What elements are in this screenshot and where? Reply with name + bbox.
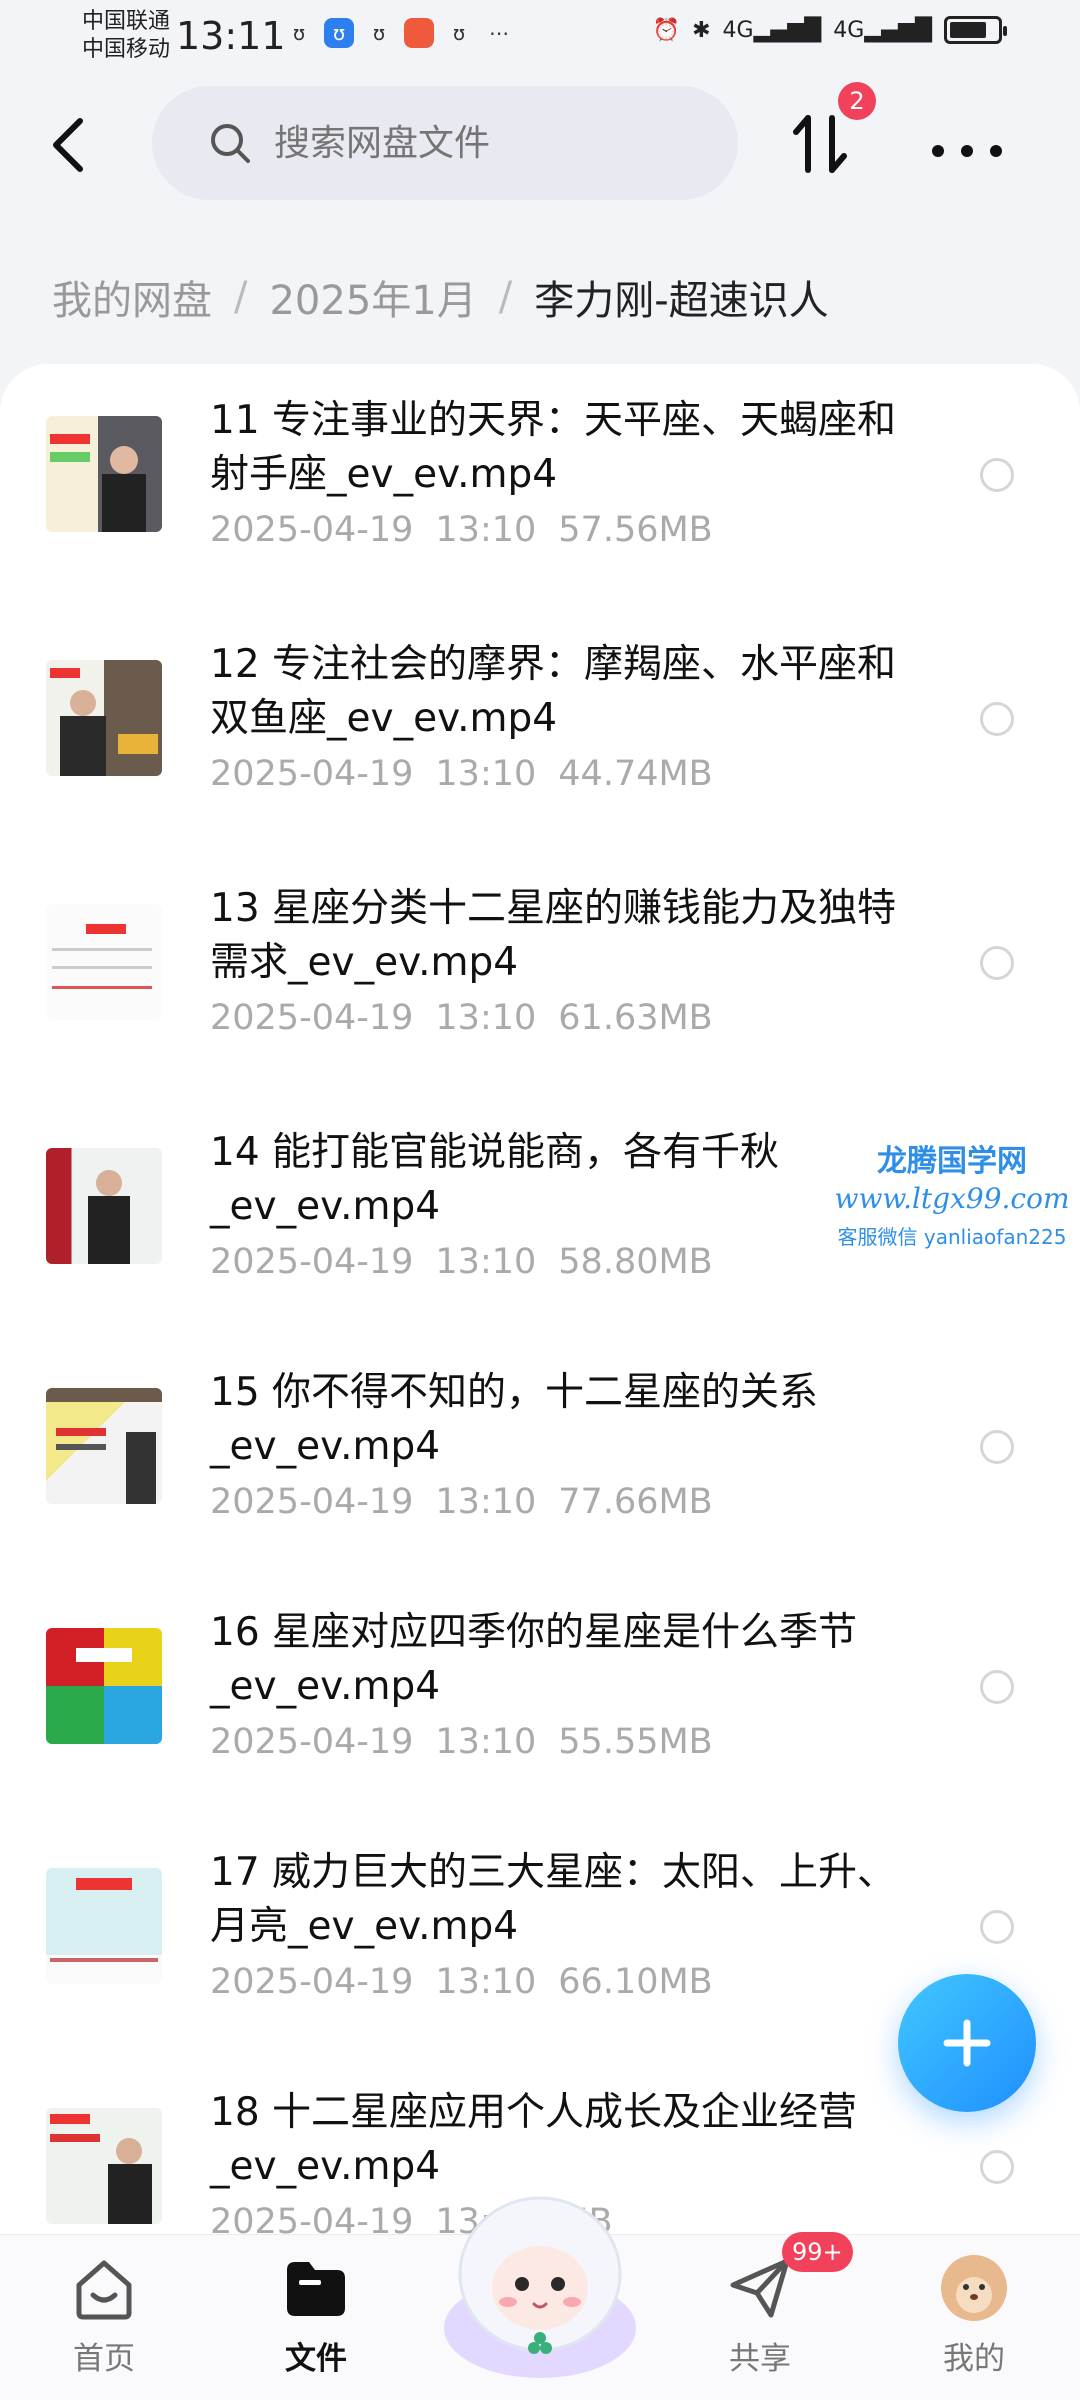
nav-mine-label: 我的 <box>943 2341 1005 2377</box>
carrier-info: 中国联通 中国移动 <box>82 8 170 64</box>
file-meta: 2025-04-19 13:10 61.63MB <box>210 998 713 1038</box>
avatar <box>939 2253 1009 2323</box>
nav-files[interactable]: 文件 <box>246 2253 386 2393</box>
watermark-contact: 客服微信 yanliaofan225 <box>837 1225 1067 1249</box>
video-thumbnail <box>46 1868 162 1984</box>
send-icon <box>725 2253 795 2323</box>
breadcrumb-separator: / <box>234 274 248 320</box>
alarm-icon: ⏰ <box>652 17 681 43</box>
file-name: 17 威力巨大的三大星座：太阳、上升、月亮_ev_ev.mp4 <box>210 1850 897 1949</box>
nav-share-label: 共享 <box>729 2341 791 2377</box>
carrier-2: 中国移动 <box>82 37 171 62</box>
status-clock: 13:11 <box>176 14 286 58</box>
video-thumbnail <box>46 1148 162 1264</box>
battery-icon <box>944 16 1007 44</box>
select-radio[interactable] <box>980 1430 1014 1464</box>
carrier-1: 中国联通 <box>82 9 171 34</box>
plus-icon <box>943 2019 991 2067</box>
top-bar <box>0 80 1080 210</box>
notification-icons: ʊ ʊ ʊ ʊ ⋯ <box>284 18 514 48</box>
list-item[interactable]: 11 专注事业的天界：天平座、天蝎座和射手座_ev_ev.mp4 2025-04… <box>0 364 1080 604</box>
system-status: ⏰ ✱ 4G▂▄▆█ 4G▂▄▆█ <box>652 16 1007 44</box>
list-item[interactable]: 12 专注社会的摩界：摩羯座、水平座和双鱼座_ev_ev.mp4 2025-04… <box>0 608 1080 848</box>
notification-app-icon: ʊ <box>372 21 386 45</box>
bluetooth-icon: ✱ <box>692 17 711 43</box>
watermark-title: 龙腾国学网 <box>877 1144 1027 1179</box>
file-list: 11 专注事业的天界：天平座、天蝎座和射手座_ev_ev.mp4 2025-04… <box>0 364 1080 2234</box>
back-button[interactable] <box>38 110 98 180</box>
breadcrumb: 我的网盘 / 2025年1月 / 李力刚-超速识人 <box>52 268 829 326</box>
more-options-button[interactable] <box>932 136 1002 166</box>
home-icon <box>69 2253 139 2323</box>
watermark-url: www.ltgx99.com <box>834 1182 1070 1215</box>
select-radio[interactable] <box>980 458 1014 492</box>
video-thumbnail <box>46 416 162 532</box>
file-name: 11 专注事业的天界：天平座、天蝎座和射手座_ev_ev.mp4 <box>210 398 897 497</box>
select-radio[interactable] <box>980 2150 1014 2184</box>
folder-icon <box>281 2253 351 2323</box>
notification-app-icon: ʊ <box>452 21 466 45</box>
more-notifications-icon: ⋯ <box>489 21 509 45</box>
list-item[interactable]: 16 星座对应四季你的星座是什么季节_ev_ev.mp4 2025-04-19 1… <box>0 1576 1080 1816</box>
breadcrumb-root[interactable]: 我的网盘 <box>52 268 212 326</box>
signal-icon-2: 4G▂▄▆█ <box>833 17 932 43</box>
notification-app-icon: ʊ <box>324 18 354 48</box>
select-radio[interactable] <box>980 1910 1014 1944</box>
nav-home[interactable]: 首页 <box>34 2253 174 2393</box>
video-thumbnail <box>46 1628 162 1744</box>
file-name: 15 你不得不知的，十二星座的关系_ev_ev.mp4 <box>210 1370 819 1469</box>
transfer-list-button[interactable] <box>790 112 860 182</box>
signal-icon-1: 4G▂▄▆█ <box>722 17 822 43</box>
nav-share[interactable]: 共享 <box>690 2253 830 2393</box>
notification-app-icon <box>404 18 434 48</box>
file-name: 12 专注社会的摩界：摩羯座、水平座和双鱼座_ev_ev.mp4 <box>210 642 897 741</box>
select-radio[interactable] <box>980 702 1014 736</box>
breadcrumb-folder[interactable]: 2025年1月 <box>269 268 476 326</box>
watermark: 龙腾国学网 www.ltgx99.com 客服微信 yanliaofan225 <box>832 1136 1072 1250</box>
add-button[interactable] <box>898 1974 1036 2112</box>
search-input[interactable] <box>274 122 694 164</box>
status-bar: 中国联通 中国移动 13:11 ʊ ʊ ʊ ʊ ⋯ ⏰ ✱ 4G▂▄▆█ 4G▂… <box>0 0 1080 76</box>
file-meta: 2025-04-19 13:10 55.55MB <box>210 1722 713 1762</box>
notification-app-icon: ʊ <box>292 21 306 45</box>
video-thumbnail <box>46 1388 162 1504</box>
breadcrumb-current: 李力刚-超速识人 <box>534 278 829 324</box>
transfer-icon <box>793 115 847 173</box>
file-name: 16 星座对应四季你的星座是什么季节_ev_ev.mp4 <box>210 1610 858 1709</box>
share-badge: 99+ <box>782 2232 853 2272</box>
breadcrumb-separator: / <box>498 274 513 320</box>
select-radio[interactable] <box>980 946 1014 980</box>
search-bar[interactable] <box>152 86 738 200</box>
file-name: 13 星座分类十二星座的赚钱能力及独特需求_ev_ev.mp4 <box>210 886 897 985</box>
select-radio[interactable] <box>980 1670 1014 1704</box>
list-item[interactable]: 15 你不得不知的，十二星座的关系_ev_ev.mp4 2025-04-19 13… <box>0 1336 1080 1576</box>
video-thumbnail <box>46 660 162 776</box>
file-meta: 2025-04-19 13:10 57.56MB <box>210 510 713 550</box>
back-arrow-icon <box>53 118 83 172</box>
mascot-assistant[interactable] <box>430 2178 650 2378</box>
video-thumbnail <box>46 2108 162 2224</box>
file-meta: 2025-04-19 13:10 58.80MB <box>210 1242 713 1282</box>
nav-files-label: 文件 <box>285 2341 347 2377</box>
list-item[interactable]: 13 星座分类十二星座的赚钱能力及独特需求_ev_ev.mp4 2025-04-… <box>0 852 1080 1092</box>
dot <box>932 145 944 157</box>
file-meta: 2025-04-19 13:10 44.74MB <box>210 754 713 794</box>
file-meta: 2025-04-19 13:10 77.66MB <box>210 1482 713 1522</box>
nav-mine[interactable]: 我的 <box>904 2253 1044 2393</box>
file-name: 14 能打能官能说能商，各有千秋_ev_ev.mp4 <box>210 1130 780 1229</box>
file-meta: 2025-04-19 13:10 66.10MB <box>210 1962 713 2002</box>
video-thumbnail <box>46 904 162 1020</box>
dot <box>990 145 1002 157</box>
mascot-icon <box>444 2196 636 2378</box>
search-icon <box>211 124 250 163</box>
transfer-badge: 2 <box>838 82 876 120</box>
dot <box>961 145 973 157</box>
nav-home-label: 首页 <box>73 2341 135 2377</box>
